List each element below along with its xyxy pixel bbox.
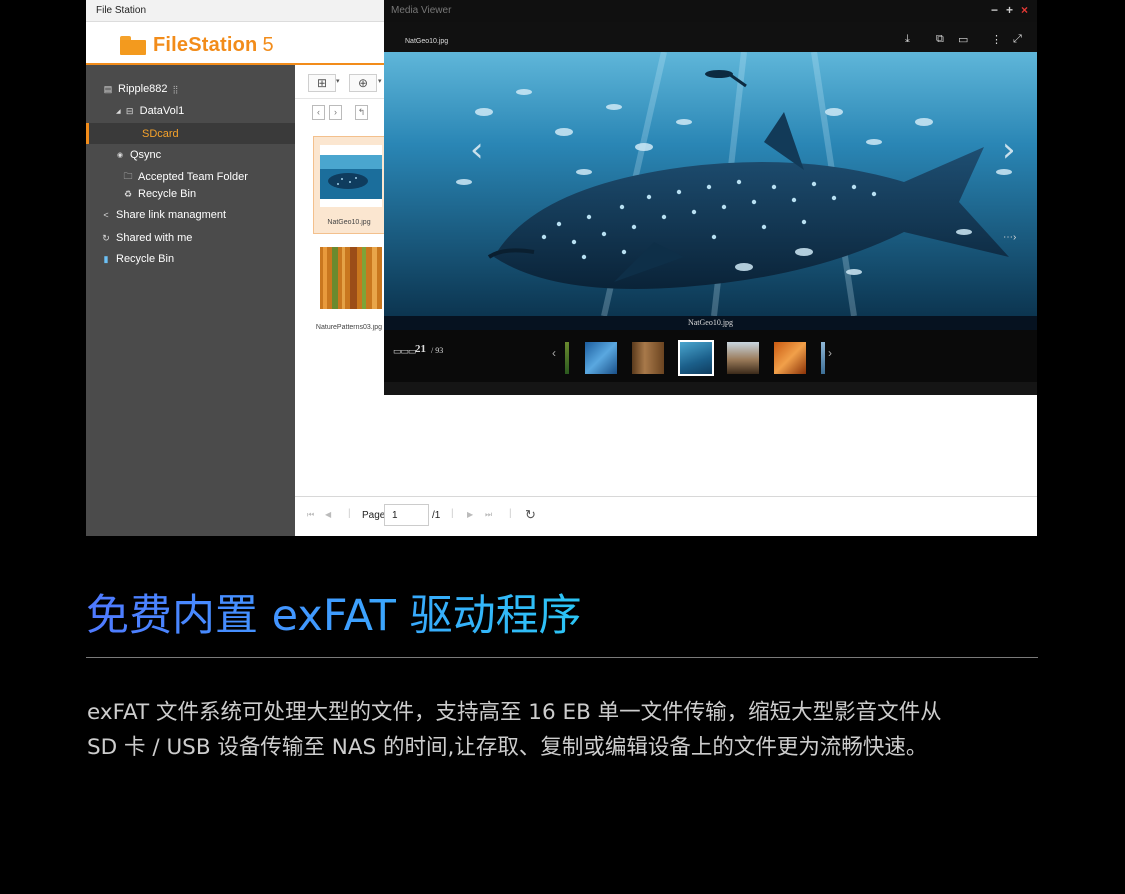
up-folder-button[interactable]: ↰ — [355, 105, 368, 120]
filmstrip-icon[interactable]: ▭▭▭ — [393, 346, 416, 357]
media-viewer-footer — [384, 382, 1037, 395]
thumbnail-image-nature — [320, 247, 382, 309]
cast-icon[interactable]: ▭ — [958, 33, 968, 46]
strip-thumbnail[interactable] — [585, 342, 617, 374]
next-photo-arrow-icon[interactable]: › — [1002, 133, 1016, 167]
download-icon[interactable]: ⤓ — [905, 33, 910, 46]
feature-description: exFAT 文件系统可处理大型的文件，支持高至 16 EB 单一文件传输，缩短大… — [87, 695, 1047, 765]
close-icon[interactable]: × — [1021, 3, 1028, 17]
strip-partial-thumbnail[interactable] — [821, 342, 825, 374]
previous-photo-arrow-icon[interactable]: ‹ — [470, 133, 484, 167]
tree-item-shared-with-me[interactable]: ↻ Shared with me — [100, 229, 192, 247]
divider — [86, 657, 1038, 658]
fullscreen-icon[interactable]: ⤢ — [1013, 33, 1022, 46]
pagination-bar: ⏮ ◀ | Page 1 /1 | ▶ ⏭ | ↻ — [295, 496, 1037, 536]
tree-item-label: Recycle Bin — [116, 253, 175, 265]
recycle-icon: ♻ — [123, 188, 133, 199]
page-total: /1 — [432, 510, 441, 521]
strip-prev-icon[interactable]: ‹ — [552, 346, 556, 360]
tree-item-label: Ripple882 — [118, 83, 168, 95]
thumbnail-strip: ▭▭▭ 21 / 93 ‹ › — [384, 330, 1037, 382]
page-number-input[interactable]: 1 — [384, 504, 429, 526]
more-photos-icon[interactable]: ⋯› — [1003, 232, 1016, 243]
tree-item-recycle-bin[interactable]: ▮ Recycle Bin — [100, 250, 175, 268]
next-page-icon[interactable]: ▶ — [467, 510, 473, 519]
tree-item-datavol1[interactable]: ◢ ⊟ DataVol1 — [116, 102, 184, 120]
trash-icon: ▮ — [103, 253, 109, 264]
tree-item-label: Shared with me — [116, 232, 193, 244]
folder-icon — [120, 36, 146, 55]
folder-tree-sidebar: ▤ Ripple882 ⣿ ◢ ⊟ DataVol1 SDcard ◉ Qsyn… — [86, 65, 295, 536]
main-photo-whale-shark — [384, 52, 1037, 316]
tree-item-label: SDcard — [142, 127, 179, 140]
tree-item-qsync-recycle[interactable]: ♻ Recycle Bin — [122, 185, 196, 203]
forward-button[interactable]: › — [329, 105, 342, 120]
filestation-logo: FileStation 5 — [120, 34, 274, 57]
photo-counter: 21 — [415, 343, 426, 355]
view-dropdown-icon[interactable]: ▾ — [336, 77, 340, 85]
share-icon: < — [103, 210, 109, 220]
shared-icon: ↻ — [102, 232, 110, 243]
new-folder-dropdown-icon[interactable]: ▾ — [378, 77, 382, 85]
slideshow-icon[interactable]: ⧉ — [936, 33, 944, 46]
separator: | — [348, 508, 351, 519]
tree-item-team-folder[interactable]: 🗀 Accepted Team Folder — [122, 168, 248, 186]
expand-arrow-icon[interactable]: ◢ — [116, 108, 121, 115]
tree-item-label: Share link managment — [116, 209, 227, 221]
separator: | — [509, 508, 512, 519]
strip-thumbnail-selected[interactable] — [678, 340, 714, 376]
first-page-icon[interactable]: ⏮ — [307, 510, 314, 520]
maximize-icon[interactable]: + — [1006, 3, 1013, 17]
tree-item-nas[interactable]: ▤ Ripple882 ⣿ — [102, 80, 179, 98]
logo-version: 5 — [262, 34, 274, 56]
description-line: exFAT 文件系统可处理大型的文件，支持高至 16 EB 单一文件传输，缩短大… — [87, 700, 942, 725]
tree-item-label: Accepted Team Folder — [138, 171, 248, 183]
file-thumbnail[interactable]: NatGeo10.jpg — [313, 136, 385, 234]
strip-partial-thumbnail[interactable] — [565, 342, 569, 374]
strip-thumbnail[interactable] — [727, 342, 759, 374]
last-page-icon[interactable]: ⏭ — [485, 510, 492, 520]
drive-icon: ⊟ — [125, 105, 134, 116]
strip-next-icon[interactable]: › — [828, 346, 832, 360]
page-label: Page — [362, 510, 386, 521]
qsync-icon: ◉ — [116, 152, 124, 159]
feature-headline: 免费内置 exFAT 驱动程序 — [86, 588, 582, 644]
media-viewer-title: Media Viewer — [391, 5, 452, 16]
refresh-icon[interactable]: ↻ — [525, 507, 536, 523]
description-line: SD 卡 / USB 设备传输至 NAS 的时间,让存取、复制或编辑设备上的文件… — [87, 735, 928, 760]
new-folder-button[interactable]: ⊕ — [349, 74, 377, 92]
current-filename: NatGeo10.jpg — [405, 38, 449, 45]
media-viewer-titlebar: Media Viewer − + × — [384, 0, 1037, 22]
tree-item-label: Qsync — [130, 149, 162, 161]
window-title: File Station — [96, 5, 147, 16]
logo-text: FileStation — [153, 34, 258, 56]
tree-item-share-link[interactable]: < Share link managment — [100, 206, 226, 224]
tree-item-label: DataVol1 — [139, 105, 185, 117]
grid-icon: ⣿ — [172, 84, 179, 94]
team-folder-icon: 🗀 — [123, 171, 133, 181]
tree-item-label: Recycle Bin — [138, 188, 197, 200]
tree-item-qsync[interactable]: ◉ Qsync — [114, 146, 161, 164]
prev-page-icon[interactable]: ◀ — [325, 510, 331, 519]
more-options-icon[interactable]: ⋮ — [991, 33, 1002, 46]
media-viewer-toolbar: NatGeo10.jpg ⤓ ⧉ ▭ ⋮ ⤢ — [384, 22, 1037, 52]
file-name: NatGeo10.jpg — [327, 219, 371, 226]
media-viewer-window: Media Viewer − + × NatGeo10.jpg ⤓ ⧉ ▭ ⋮ … — [384, 0, 1037, 395]
tree-item-sdcard[interactable]: SDcard — [86, 123, 295, 144]
back-button[interactable]: ‹ — [312, 105, 325, 120]
strip-thumbnail[interactable] — [774, 342, 806, 374]
view-mode-button[interactable]: ⊞ — [308, 74, 336, 92]
separator: | — [451, 508, 454, 519]
file-thumbnail[interactable]: NaturePatterns03.jpg — [314, 244, 384, 342]
photo-counter-total: / 93 — [431, 346, 444, 355]
minimize-icon[interactable]: − — [991, 3, 998, 17]
strip-thumbnail[interactable] — [632, 342, 664, 374]
thumbnail-image-whale — [320, 145, 382, 207]
photo-caption: NatGeo10.jpg — [384, 316, 1037, 330]
file-name: NaturePatterns03.jpg — [315, 324, 383, 331]
server-icon: ▤ — [103, 83, 113, 94]
